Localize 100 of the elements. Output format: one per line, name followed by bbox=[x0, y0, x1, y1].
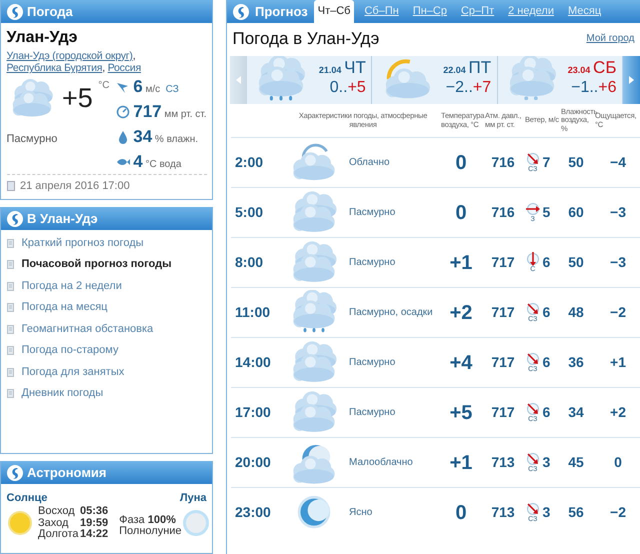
temperature-cell-text: +1 bbox=[448, 450, 474, 476]
wind-direction-icon bbox=[526, 502, 540, 516]
city-name: Улан-Удэ bbox=[6, 28, 78, 48]
feels-like-cell-text: +2 bbox=[609, 403, 627, 422]
humidity-cell-text: 36 bbox=[567, 353, 585, 372]
location-link[interactable]: Россия bbox=[108, 62, 141, 74]
menu-item[interactable]: Погода на месяц bbox=[22, 299, 108, 316]
stat-unit: м/с bbox=[145, 82, 160, 97]
pressure-cell-text: 716 bbox=[490, 203, 516, 222]
time-cell-text: 23:00 bbox=[234, 503, 272, 522]
humidity-cell-text: 34 bbox=[567, 403, 585, 422]
day-card[interactable]: 23.04 СБ −1..+6 bbox=[498, 56, 623, 104]
max-temperature: +5 bbox=[348, 80, 366, 96]
time-cell-text: 8:00 bbox=[234, 253, 264, 272]
moon-icon bbox=[182, 509, 210, 538]
sun-time: 14:22 bbox=[80, 529, 108, 541]
period-tab[interactable]: Сб–Пн bbox=[360, 0, 403, 23]
menu-item[interactable]: Погода на 2 недели bbox=[22, 278, 122, 294]
sun-time-label: Заход bbox=[38, 518, 68, 529]
period-tab[interactable]: 2 недели bbox=[504, 0, 558, 23]
location-link[interactable]: Республика Бурятия bbox=[6, 62, 102, 74]
time-cell-text: 11:00 bbox=[234, 303, 272, 322]
feels-like-cell-text: +1 bbox=[609, 353, 627, 372]
moon-phase: Фаза 100% bbox=[119, 514, 177, 526]
max-temperature: +7 bbox=[472, 80, 492, 96]
menu-item[interactable]: Геомагнитная обстановка bbox=[22, 320, 154, 338]
period-tab[interactable]: Чт–Сб bbox=[314, 0, 354, 23]
min-temperature: −1.. bbox=[571, 80, 598, 96]
moon-phase-name: Полнолуние bbox=[119, 526, 182, 538]
pressure-cell-text: 717 bbox=[490, 403, 516, 422]
temperature-cell-text: +4 bbox=[448, 350, 474, 376]
document-icon bbox=[6, 260, 14, 269]
day-date: 23.04 bbox=[568, 64, 590, 77]
stat-value: 34 bbox=[133, 128, 152, 145]
day-card[interactable]: 21.04 ЧТ 0..+5 bbox=[247, 56, 372, 104]
panel-title: Погода bbox=[27, 2, 73, 21]
day-card[interactable]: 22.04 ПТ −2..+7 bbox=[372, 56, 498, 104]
time-cell-text: 17:00 bbox=[234, 403, 272, 422]
stat-value: 6 bbox=[133, 78, 143, 95]
period-tab[interactable]: Ср–Пт bbox=[456, 0, 498, 23]
wind-speed-cell-text: 3 bbox=[542, 453, 550, 472]
menu-item[interactable]: Краткий прогноз погоды bbox=[22, 234, 144, 252]
wind-direction-icon bbox=[526, 202, 540, 216]
document-icon bbox=[6, 368, 14, 376]
humidity-cell-text: 45 bbox=[567, 453, 585, 472]
location-link[interactable]: Улан-Удэ (городской округ) bbox=[6, 50, 133, 62]
document-icon bbox=[6, 238, 14, 248]
wind-direction-icon bbox=[526, 402, 540, 416]
temperature-cell-text: +1 bbox=[448, 250, 474, 276]
temperature-cell-text: +2 bbox=[448, 300, 474, 326]
current-temperature: +5 bbox=[62, 85, 93, 112]
condition-cell-text: Малооблачно bbox=[348, 456, 414, 470]
menu-item[interactable]: Почасовой прогноз погоды bbox=[22, 256, 172, 273]
period-tab[interactable]: Месяц bbox=[564, 0, 606, 23]
sun-time: 05:36 bbox=[80, 506, 108, 518]
condition-cell-text: Пасмурно bbox=[348, 206, 396, 220]
panel-title: В Улан-Удэ bbox=[27, 210, 98, 228]
wind-speed-cell-text: 6 bbox=[542, 303, 550, 322]
humidity-cell-text: 50 bbox=[567, 253, 585, 272]
humidity-cell-text: 50 bbox=[567, 153, 585, 172]
stat-unit: % влажн. bbox=[154, 132, 198, 147]
forecast-title: Прогноз bbox=[255, 2, 308, 21]
stat-unit: °C вода bbox=[145, 158, 182, 172]
wind-speed-cell-text: 6 bbox=[542, 353, 550, 372]
feels-like-cell-text: −4 bbox=[609, 153, 627, 172]
condition-cell-text: Пасмурно bbox=[348, 256, 396, 270]
logo-icon bbox=[7, 464, 23, 480]
condition-text: Пасмурно bbox=[6, 132, 58, 147]
wind-speed-cell-text: 6 bbox=[542, 403, 550, 422]
feels-like-cell-text: −2 bbox=[609, 503, 627, 522]
panel-title: Астрономия bbox=[27, 464, 107, 482]
menu-item[interactable]: Погода по-старому bbox=[22, 342, 118, 359]
max-temperature: +6 bbox=[598, 80, 616, 96]
day-date: 21.04 bbox=[318, 64, 342, 77]
humidity-cell-text: 56 bbox=[567, 503, 585, 522]
weekday: ЧТ bbox=[344, 58, 366, 76]
feels-like-cell-text: 0 bbox=[613, 453, 623, 472]
humidity-cell-text: 60 bbox=[567, 203, 585, 222]
document-icon bbox=[6, 389, 14, 398]
document-icon bbox=[6, 346, 14, 355]
time-cell-text: 20:00 bbox=[234, 453, 272, 472]
condition-cell-text: Пасмурно bbox=[348, 356, 396, 370]
update-date: 21 апреля 2016 17:00 bbox=[20, 179, 130, 194]
wind-direction: СЗ bbox=[166, 82, 179, 97]
wind-speed-cell-text: 5 bbox=[542, 203, 550, 222]
document-icon bbox=[6, 282, 14, 290]
temperature-cell-text: 0 bbox=[454, 500, 468, 526]
menu-item[interactable]: Погода для занятых bbox=[22, 364, 124, 380]
stat-value: 4 bbox=[133, 152, 143, 170]
my-city-link[interactable]: Мой город bbox=[586, 31, 634, 46]
stat-unit: мм рт. ст. bbox=[164, 108, 206, 122]
wind-direction-icon bbox=[526, 302, 540, 316]
sun-label: Солнце bbox=[6, 490, 48, 506]
menu-item[interactable]: Дневник погоды bbox=[22, 385, 104, 402]
logo-icon bbox=[233, 4, 249, 20]
condition-cell-text: Ясно bbox=[348, 506, 374, 520]
sun-time: 19:59 bbox=[80, 518, 108, 529]
period-tab[interactable]: Пн–Ср bbox=[408, 0, 451, 23]
wind-direction-icon bbox=[526, 352, 540, 366]
next-button[interactable] bbox=[622, 56, 640, 104]
